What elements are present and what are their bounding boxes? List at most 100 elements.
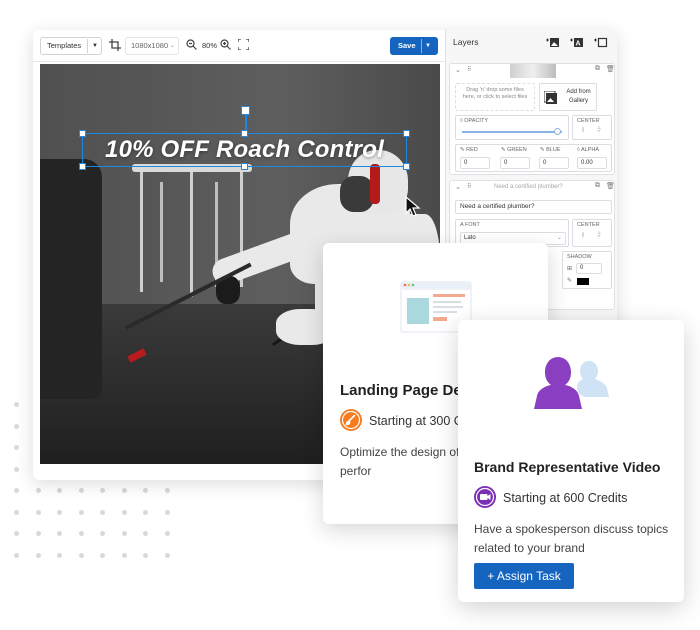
- editor-toolbar: Templates ▼ 1080x1080 ⌄ 80% Save ▼: [33, 30, 445, 62]
- eyedropper-icon[interactable]: ✎: [567, 277, 572, 284]
- resize-handle-top[interactable]: [241, 130, 248, 137]
- blue-label: ✎ BLUE: [540, 147, 561, 153]
- decorative-dot: [78, 552, 84, 558]
- canvas-size-select[interactable]: 1080x1080 ⌄: [125, 37, 179, 55]
- layers-panel-header: Layers A: [446, 30, 617, 56]
- decorative-dot: [35, 552, 41, 558]
- decorative-dot: [100, 488, 105, 493]
- sofa-shape: [40, 159, 102, 399]
- decorative-dot: [57, 488, 62, 493]
- add-shape-layer-icon[interactable]: [594, 36, 608, 48]
- add-image-layer-icon[interactable]: [546, 36, 560, 48]
- chevron-down-icon[interactable]: ▼: [425, 37, 431, 55]
- resize-handle-bottom[interactable]: [241, 163, 248, 170]
- trash-icon[interactable]: 🗑: [606, 182, 615, 190]
- center-label: CENTER: [577, 222, 600, 228]
- blue-input[interactable]: 0: [539, 157, 569, 169]
- rotate-handle[interactable]: [241, 106, 250, 115]
- shadow-label: SHADOW: [567, 254, 592, 260]
- decorative-dot: [143, 488, 148, 493]
- duplicate-icon[interactable]: ⧉: [595, 65, 600, 73]
- decorative-dot: [100, 552, 105, 558]
- landing-card-price: Starting at 300 Cr: [369, 414, 467, 428]
- decorative-dot: [57, 509, 62, 515]
- decorative-dot: [57, 531, 62, 536]
- decorative-dot: [14, 445, 19, 450]
- opacity-label: ◊ OPACITY: [460, 118, 488, 124]
- opacity-slider[interactable]: [462, 131, 562, 133]
- zoom-in-icon[interactable]: [220, 39, 231, 50]
- trash-icon[interactable]: 🗑: [606, 65, 615, 73]
- canvas-size-value: 1080x1080: [131, 41, 169, 50]
- green-input[interactable]: 0: [500, 157, 530, 169]
- center-horizontal-icon[interactable]: ⫩: [597, 127, 601, 135]
- text-layer-header[interactable]: ⌄ ⠿ Need a certified plumber? ⧉ 🗑: [450, 181, 615, 195]
- center-vertical-icon[interactable]: ⫲: [582, 232, 584, 240]
- drag-handle-icon[interactable]: ⠿: [467, 183, 471, 190]
- brand-video-service-card[interactable]: Brand Representative Video Starting at 6…: [458, 320, 684, 602]
- resize-handle-bottom-left[interactable]: [79, 163, 86, 170]
- zoom-out-icon[interactable]: [186, 39, 197, 50]
- decorative-dot: [164, 488, 170, 493]
- resize-handle-bottom-right[interactable]: [403, 163, 410, 170]
- brand-card-description: Have a spokesperson discuss topics relat…: [474, 522, 669, 555]
- drag-handle-icon[interactable]: ⠿: [467, 66, 471, 73]
- decorative-dot: [57, 552, 62, 558]
- decorative-dot: [100, 531, 105, 536]
- decorative-dot: [121, 488, 127, 493]
- duplicate-icon[interactable]: ⧉: [595, 182, 600, 190]
- design-badge: [340, 409, 362, 431]
- center-vertical-icon[interactable]: ⫲: [582, 127, 584, 135]
- templates-label: Templates: [47, 41, 82, 50]
- decorative-dot: [78, 509, 84, 515]
- svg-text:A: A: [576, 41, 581, 48]
- opacity-control: ◊ OPACITY: [455, 115, 569, 140]
- chevron-down-icon[interactable]: ▼: [92, 38, 98, 54]
- green-label: ✎ GREEN: [501, 147, 527, 153]
- assign-task-button[interactable]: + Assign Task: [474, 563, 574, 589]
- center-horizontal-icon[interactable]: ⫩: [597, 232, 601, 240]
- resize-handle-top-left[interactable]: [79, 130, 86, 137]
- decorative-dot: [164, 509, 170, 515]
- center-control: CENTER ⫲ ⫩: [572, 115, 612, 140]
- layer-thumbnail: [510, 64, 556, 78]
- decorative-dot: [14, 488, 19, 493]
- video-badge: [474, 486, 496, 508]
- decorative-dot: [143, 509, 148, 515]
- alpha-input[interactable]: 0.00: [577, 157, 607, 169]
- video-camera-icon: [475, 487, 495, 507]
- red-input[interactable]: 0: [460, 157, 490, 169]
- layer-name-placeholder: Need a certified plumber?: [494, 184, 563, 190]
- shadow-color-swatch[interactable]: [577, 278, 589, 285]
- decorative-dot: [100, 509, 105, 515]
- shadow-control: SHADOW ⊞ 0 ✎: [562, 251, 612, 289]
- decorative-dot: [164, 531, 170, 536]
- landing-card-title: Landing Page Des: [340, 382, 471, 399]
- decorative-dot: [14, 402, 19, 407]
- templates-button[interactable]: Templates ▼: [40, 37, 102, 55]
- image-layer-header[interactable]: ⌄ ⠿ ⧉ 🗑: [450, 64, 615, 78]
- file-dropzone[interactable]: Drag 'n' drop some files here, or click …: [455, 83, 535, 111]
- chevron-down-icon[interactable]: ⌄: [455, 183, 461, 191]
- decorative-dot: [143, 531, 148, 536]
- save-button[interactable]: Save ▼: [390, 37, 438, 55]
- chevron-down-icon: ⌄: [170, 43, 176, 49]
- chevron-down-icon: ⌄: [556, 235, 562, 241]
- add-text-layer-icon[interactable]: A: [570, 36, 584, 48]
- mouse-cursor-icon: [405, 196, 421, 217]
- chevron-down-icon[interactable]: ⌄: [455, 66, 461, 74]
- respirator-mask-shape: [340, 176, 374, 212]
- layer-text-input[interactable]: Need a certified plumber?: [455, 200, 612, 214]
- opacity-slider-knob[interactable]: [554, 128, 561, 135]
- decorative-dot: [35, 531, 41, 536]
- shadow-input[interactable]: 0: [576, 263, 602, 274]
- image-layer-card: ⌄ ⠿ ⧉ 🗑 Drag 'n' drop some files here, o…: [449, 63, 615, 175]
- resize-handle-top-right[interactable]: [403, 130, 410, 137]
- fullscreen-icon[interactable]: [238, 39, 249, 50]
- selection-box: [82, 133, 407, 167]
- decorative-dot: [121, 509, 127, 515]
- crop-icon[interactable]: [109, 39, 121, 51]
- add-from-gallery-button[interactable]: Add from Gallery: [539, 83, 597, 111]
- zoom-level: 80%: [202, 41, 218, 50]
- font-value: Lato: [464, 235, 476, 241]
